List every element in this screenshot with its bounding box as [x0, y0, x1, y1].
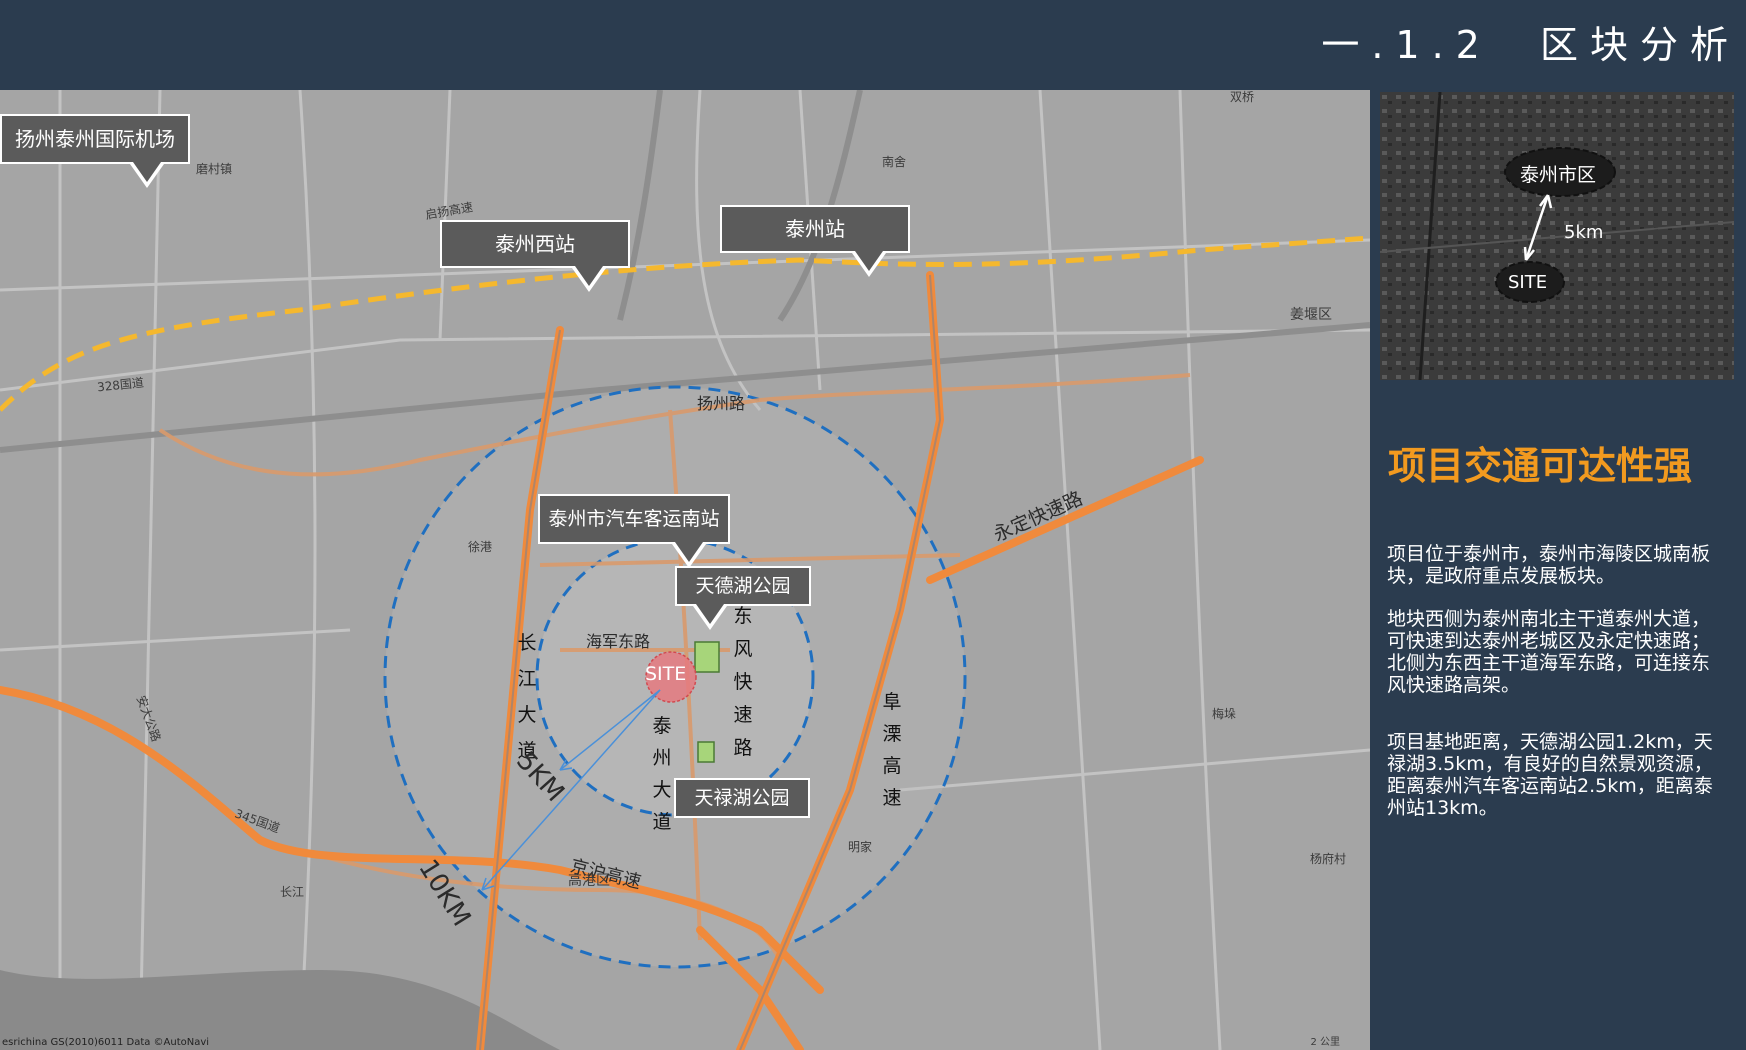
place-yangfu: 杨府村 — [1310, 852, 1347, 866]
callout-bus-station-text: 泰州市汽车客运南站 — [548, 508, 720, 530]
label-dongfeng-road: 东风快速路 — [733, 605, 753, 759]
map-credit: esrichina GS(2010)6011 Data ©AutoNavi — [2, 1037, 210, 1048]
place-mingjia: 明家 — [848, 840, 873, 854]
place-shuangqiao: 双桥 — [1230, 90, 1255, 104]
callout-airport: 扬州泰州国际机场 — [0, 114, 190, 188]
place-xugang: 徐港 — [468, 540, 493, 554]
page-title: 一.1.2 区块分析 — [1321, 23, 1740, 67]
paragraph-location: 项目位于泰州市，泰州市海陵区城南板块，是政府重点发展板块。 — [1387, 543, 1711, 587]
callout-tianlu-park: 天禄湖公园 — [674, 778, 810, 818]
place-jiangyan: 姜堰区 — [1290, 307, 1332, 323]
callout-airport-text: 扬州泰州国际机场 — [15, 127, 175, 151]
aerial-thumbnail: 泰州市区 5km SITE — [1380, 92, 1734, 380]
label-changjiang-road: 长江大道 — [517, 632, 537, 762]
callout-west-station-text: 泰州西站 — [495, 232, 575, 256]
map-scale: 2 公里 — [1310, 1037, 1340, 1048]
tiande-park-marker — [694, 641, 720, 673]
paragraph-distances: 项目基地距离，天德湖公园1.2km，天禄湖3.5km，有良好的自然景观资源，距离… — [1387, 731, 1713, 819]
side-title: 项目交通可达性强 — [1388, 444, 1693, 488]
label-fulin-expressway: 阜溧高速 — [882, 691, 902, 809]
place-changjiang-town: 长江 — [280, 885, 305, 899]
map-panel[interactable]: SITE 扬州泰州国际机场 泰州西站 泰州站 泰州市汽车客运南站 天德湖公园 天… — [0, 90, 1370, 1050]
tianlu-park-marker — [697, 741, 715, 763]
callout-taizhou-station: 泰州站 — [720, 205, 910, 277]
place-mocun: 磨村镇 — [196, 162, 233, 176]
side-panel: 泰州市区 5km SITE 项目交通可达性强 项目位于泰州市，泰州市海陵区城南板… — [1370, 90, 1746, 1050]
place-gaogang: 高港区 — [568, 873, 610, 889]
place-meiduo: 梅垛 — [1212, 707, 1237, 721]
callout-tianlu-park-text: 天禄湖公园 — [694, 787, 790, 809]
thumb-distance-label: 5km — [1564, 222, 1604, 243]
thumb-site-label: SITE — [1508, 272, 1548, 293]
thumb-city-label: 泰州市区 — [1520, 164, 1597, 186]
label-yangzhou-road: 扬州路 — [697, 394, 746, 413]
callout-west-station: 泰州西站 — [440, 220, 630, 292]
callout-tiande-park-text: 天德湖公园 — [695, 575, 791, 597]
label-haijun-road: 海军东路 — [586, 632, 651, 651]
site-label: SITE — [645, 663, 687, 685]
paragraph-roads: 地块西侧为泰州南北主干道泰州大道，可快速到达泰州老城区及永定快速路；北侧为东西主… — [1387, 608, 1711, 696]
label-taizhou-avenue: 泰州大道 — [652, 715, 672, 833]
callout-bus-station: 泰州市汽车客运南站 — [538, 494, 730, 568]
place-nanhe: 南舍 — [882, 155, 907, 169]
callout-taizhou-station-text: 泰州站 — [785, 217, 845, 241]
header-bar: 一.1.2 区块分析 — [0, 0, 1746, 90]
